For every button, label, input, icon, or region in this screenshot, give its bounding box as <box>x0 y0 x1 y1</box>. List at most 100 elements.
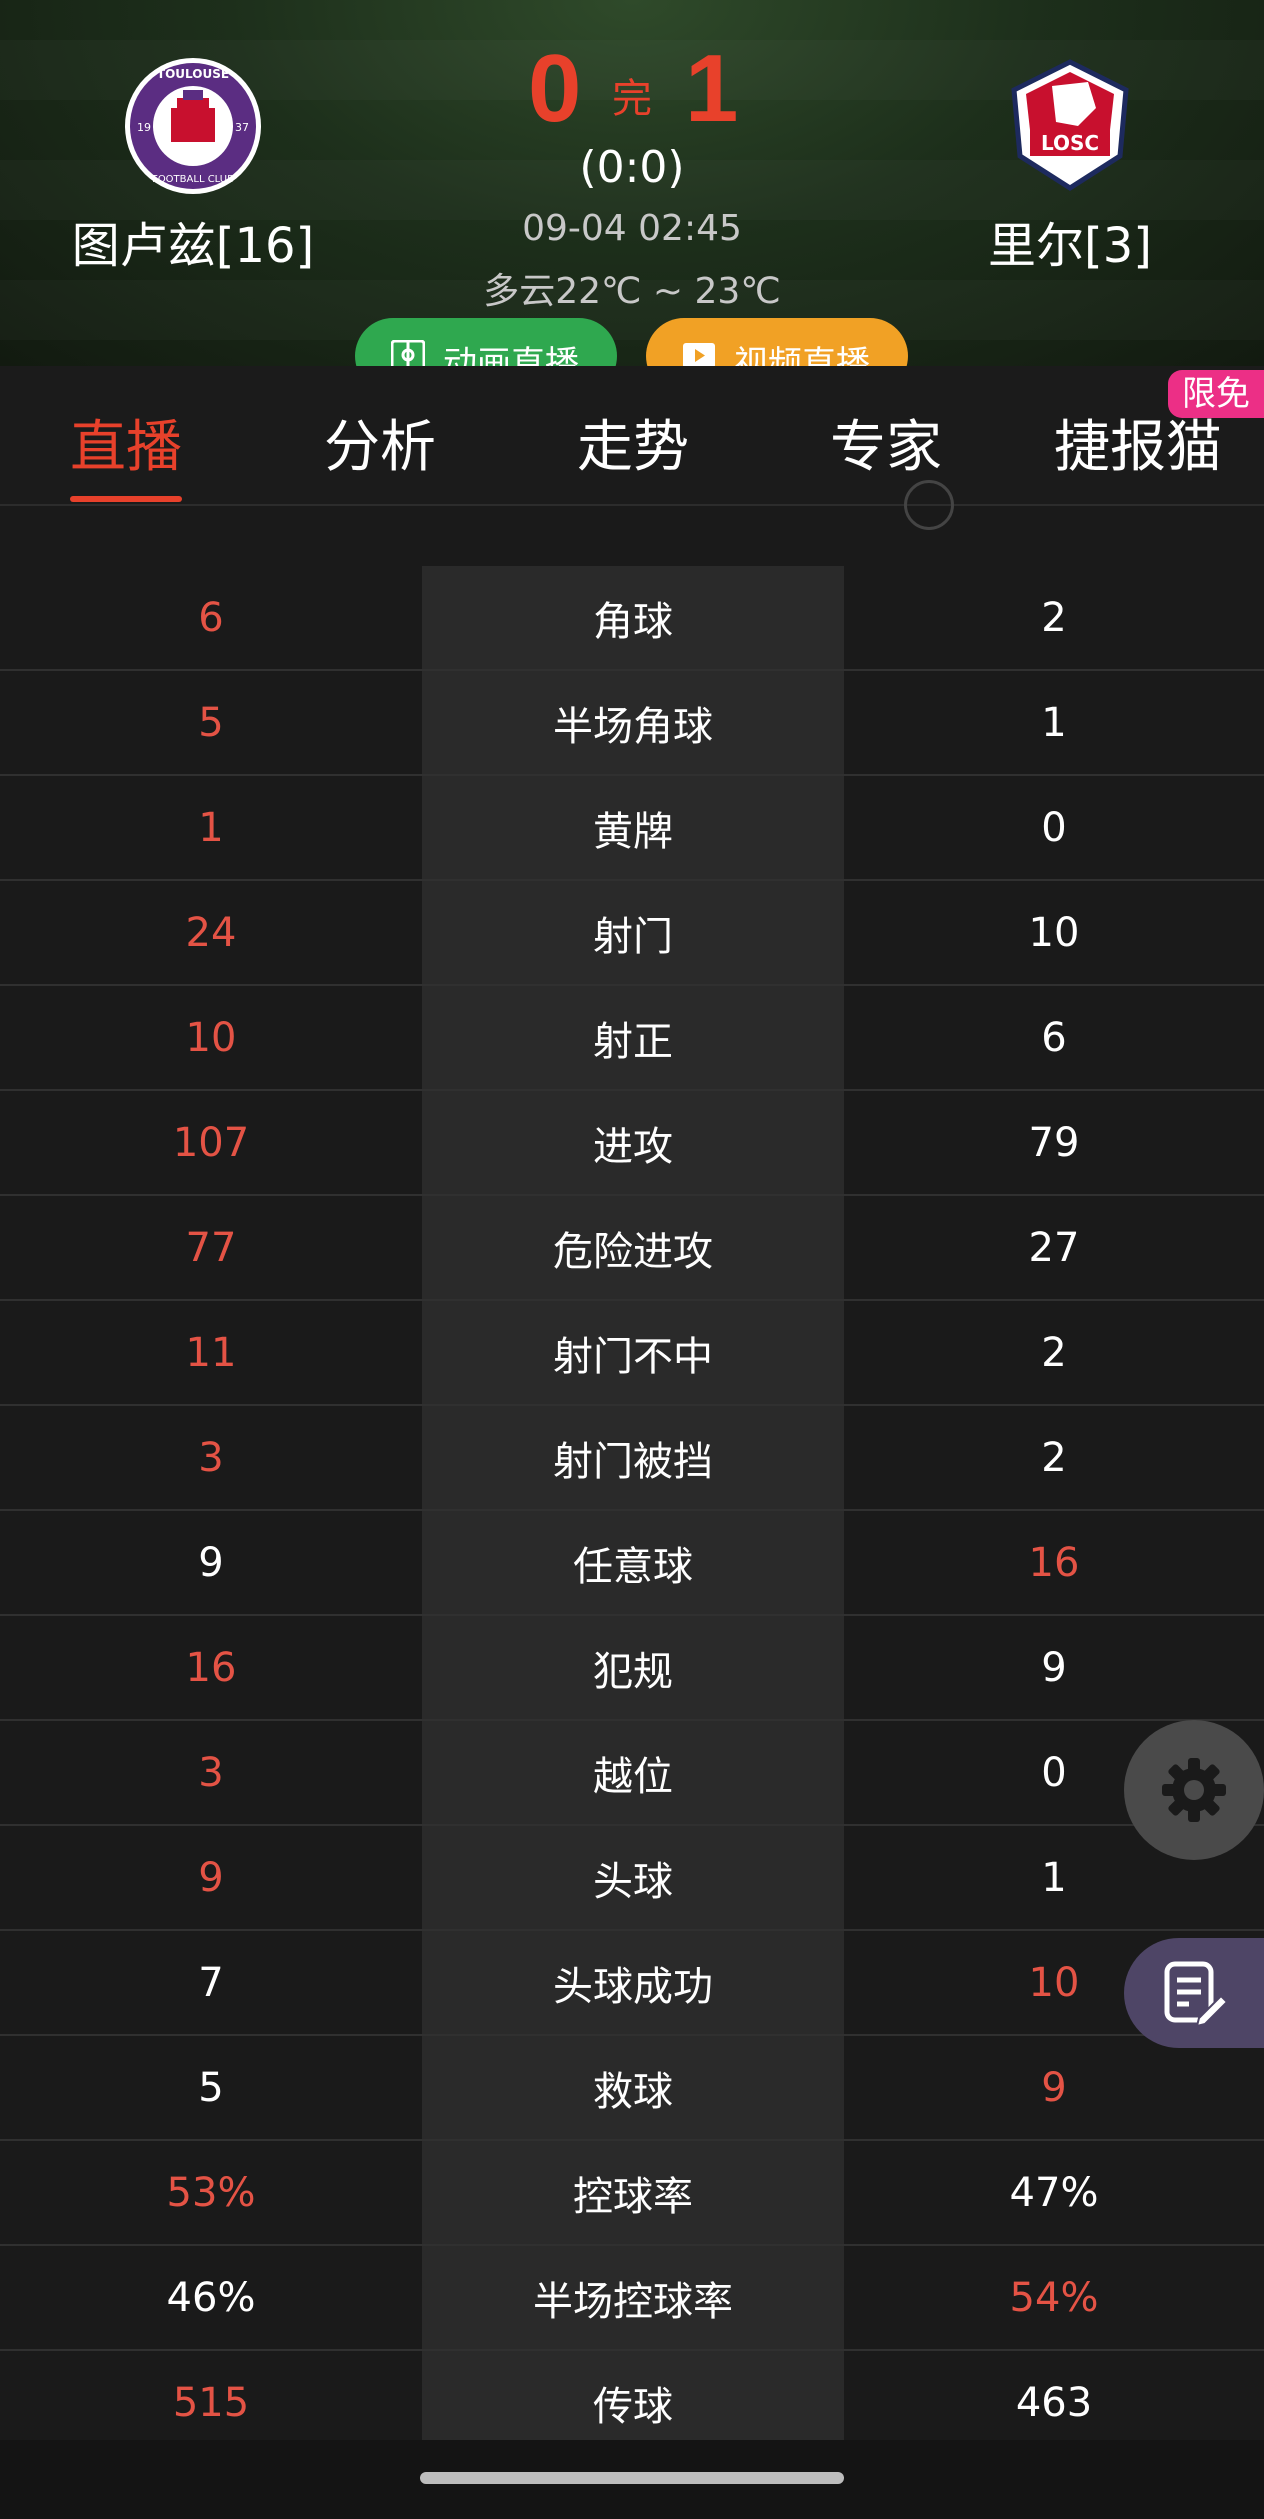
away-stat-value: 79 <box>1028 1119 1080 1166</box>
kickoff-time: 09-04 02:45 <box>522 208 742 249</box>
stat-label: 射门不中 <box>553 1333 713 1380</box>
home-stat-value: 6 <box>198 594 224 641</box>
match-status: 完 <box>612 76 652 122</box>
stat-row: 107 进攻 79 <box>0 1091 1264 1196</box>
home-score: 0 <box>528 35 582 142</box>
home-stat-value: 1 <box>198 804 224 851</box>
stat-label: 射正 <box>593 1018 673 1065</box>
svg-text:19: 19 <box>137 121 151 134</box>
stat-label: 半场角球 <box>553 703 713 750</box>
away-stat-value: 54% <box>1009 2274 1099 2321</box>
stat-label: 任意球 <box>573 1543 693 1590</box>
stat-label: 半场控球率 <box>533 2278 733 2325</box>
stat-label: 进攻 <box>593 1123 673 1170</box>
stat-label: 危险进攻 <box>553 1228 713 1275</box>
toulouse-logo: TOULOUSE FOOTBALL CLUB 19 37 <box>123 56 263 196</box>
info-circle-icon <box>904 480 954 530</box>
stat-row: 16 犯规 9 <box>0 1616 1264 1721</box>
animation-live-button[interactable]: 动画直播 <box>355 318 617 366</box>
stat-row: 1 黄牌 0 <box>0 776 1264 881</box>
lille-logo: LOSC <box>1000 56 1140 196</box>
notes-button[interactable] <box>1124 1938 1264 2048</box>
away-score: 1 <box>685 35 739 142</box>
home-stat-value: 5 <box>198 2064 224 2111</box>
away-stat-value: 9 <box>1041 2064 1067 2111</box>
animation-live-label: 动画直播 <box>443 344 579 366</box>
stat-row: 77 危险进攻 27 <box>0 1196 1264 1301</box>
stat-label: 射门 <box>593 913 673 960</box>
tab-bar: 直播 分析 走势 专家 捷报猫 限免 <box>0 366 1264 506</box>
gear-icon <box>1162 1758 1226 1822</box>
home-stat-value: 3 <box>198 1434 224 1481</box>
match-header: TOULOUSE FOOTBALL CLUB 19 37 图卢兹[16] 0 完… <box>0 0 1264 366</box>
weather-info: 多云22℃ ~ 23℃ <box>483 271 781 312</box>
stat-label: 头球成功 <box>553 1963 713 2010</box>
home-stat-value: 10 <box>185 1014 237 1061</box>
stat-label: 传球 <box>593 2383 673 2430</box>
video-icon <box>683 343 715 366</box>
stat-row: 3 射门被挡 2 <box>0 1406 1264 1511</box>
home-team-name: 图卢兹[16] <box>71 218 315 274</box>
away-stat-value: 2 <box>1041 594 1067 641</box>
home-stat-value: 7 <box>198 1959 224 2006</box>
away-stat-value: 1 <box>1041 699 1067 746</box>
svg-text:TOULOUSE: TOULOUSE <box>157 67 229 81</box>
home-stat-value: 5 <box>198 699 224 746</box>
home-team[interactable]: TOULOUSE FOOTBALL CLUB 19 37 图卢兹[16] <box>33 56 353 276</box>
away-stat-value: 0 <box>1041 804 1067 851</box>
stat-row: 10 射正 6 <box>0 986 1264 1091</box>
pitch-icon <box>391 340 425 366</box>
stat-label: 越位 <box>593 1753 673 1800</box>
away-stat-value: 6 <box>1041 1014 1067 1061</box>
tab-expert[interactable]: 专家 <box>830 402 942 483</box>
stat-row: 5 半场角球 1 <box>0 671 1264 776</box>
away-stat-value: 27 <box>1028 1224 1080 1271</box>
stat-label: 救球 <box>593 2068 673 2115</box>
stat-row: 53% 控球率 47% <box>0 2141 1264 2246</box>
home-stat-value: 77 <box>185 1224 237 1271</box>
stat-row: 7 头球成功 10 <box>0 1931 1264 2036</box>
settings-button[interactable] <box>1124 1720 1264 1860</box>
home-stat-value: 9 <box>198 1854 224 1901</box>
stat-label: 角球 <box>593 598 673 645</box>
svg-text:FOOTBALL CLUB: FOOTBALL CLUB <box>152 174 234 185</box>
stat-label: 黄牌 <box>593 808 673 855</box>
home-stat-value: 46% <box>166 2274 256 2321</box>
stat-row: 5 救球 9 <box>0 2036 1264 2141</box>
tab-analysis[interactable]: 分析 <box>324 402 436 483</box>
stat-row: 6 角球 2 <box>0 566 1264 671</box>
away-stat-value: 9 <box>1041 1644 1067 1691</box>
tab-trend[interactable]: 走势 <box>577 402 689 483</box>
away-stat-value: 10 <box>1028 909 1080 956</box>
svg-text:37: 37 <box>235 121 249 134</box>
stat-row: 3 越位 0 <box>0 1721 1264 1826</box>
edit-note-icon <box>1164 1961 1229 2028</box>
free-badge: 限免 <box>1168 370 1264 418</box>
stat-label: 犯规 <box>593 1648 673 1695</box>
away-stat-value: 47% <box>1009 2169 1099 2216</box>
home-indicator[interactable] <box>420 2472 844 2484</box>
away-stat-value: 2 <box>1041 1329 1067 1376</box>
stat-row: 9 任意球 16 <box>0 1511 1264 1616</box>
home-stat-value: 3 <box>198 1749 224 1796</box>
home-stat-value: 515 <box>172 2379 250 2426</box>
svg-text:LOSC: LOSC <box>1041 131 1099 155</box>
tab-live[interactable]: 直播 <box>70 402 182 483</box>
stat-row: 24 射门 10 <box>0 881 1264 986</box>
home-stat-value: 11 <box>185 1329 237 1376</box>
stat-row: 46% 半场控球率 54% <box>0 2246 1264 2351</box>
away-team[interactable]: LOSC 里尔[3] <box>910 56 1230 276</box>
home-stat-value: 24 <box>185 909 237 956</box>
stat-label: 头球 <box>593 1858 673 1905</box>
scoreboard: 0 完 1 <box>480 34 784 144</box>
away-team-name: 里尔[3] <box>988 218 1152 274</box>
stat-row: 11 射门不中 2 <box>0 1301 1264 1406</box>
half-time-score: (0:0) <box>579 142 685 193</box>
stat-label: 控球率 <box>573 2173 693 2220</box>
video-live-button[interactable]: 视频直播 <box>646 318 908 366</box>
home-stat-value: 9 <box>198 1539 224 1586</box>
away-stat-value: 463 <box>1015 2379 1093 2426</box>
stat-label: 射门被挡 <box>553 1438 713 1485</box>
stats-table: 6 角球 2 5 半场角球 1 1 黄牌 0 24 射门 10 10 射正 6 107 进攻 79 77 危险进攻 27… <box>0 566 1264 2456</box>
active-tab-indicator <box>70 496 182 502</box>
